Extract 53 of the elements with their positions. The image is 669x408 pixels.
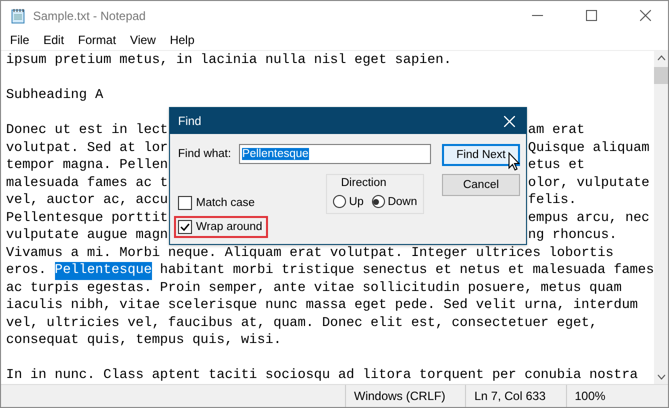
- menu-item[interactable]: View: [123, 33, 163, 47]
- text-line: empus arcu, nec: [528, 210, 650, 227]
- status-text: 100%: [566, 385, 626, 407]
- text-line: ipsum pretium metus, in lacinia nulla nisl eget sapien.: [6, 52, 452, 70]
- radio-button[interactable]: [372, 195, 385, 208]
- text-line: etus et: [528, 157, 585, 174]
- text-line: habitant morbi tristique senectus et netus et malesuada fames: [158, 262, 654, 280]
- text-line: Subheading A: [6, 87, 104, 104]
- text-line: ac turpis egestas. Proin semper, ante vitae sollicitudin posuere, metus quam: [6, 280, 622, 297]
- radio-label[interactable]: Down: [388, 196, 418, 208]
- text-line: volutpat. Sed at lor: [6, 140, 168, 157]
- group-label: Direction: [340, 177, 386, 189]
- selected-text: Pellentesque: [54, 262, 152, 280]
- text-line: Vivamus a mi. Morbi neque. Aliquam erat volutpat. Integer ultrices lobortis: [6, 244, 614, 262]
- status-text: Ln 7, Col 633: [465, 385, 566, 407]
- scrollbar-thumb[interactable]: [654, 67, 668, 84]
- menu-item[interactable]: Help: [162, 33, 202, 47]
- text-line: Donec ut est in lect: [6, 122, 168, 140]
- cancel-button[interactable]: Cancel: [442, 174, 520, 196]
- dialog-title: Find: [178, 114, 202, 128]
- find-field[interactable]: Pellentesque: [239, 144, 432, 164]
- text-line: In in nunc. Class aptent taciti sociosqu ad litora torquent per conubia nostra: [6, 367, 638, 384]
- window-title: Sample.txt - Notepad: [33, 8, 147, 22]
- menu-item[interactable]: Format: [71, 33, 124, 47]
- text-line: vulputate augue magn: [6, 227, 168, 244]
- text-line: Quisque aliquam: [528, 140, 650, 157]
- text-line: vel, ultricies vel, faucibus at, quam. Donec elit est, consectetuer eget,: [6, 314, 598, 332]
- checkbox[interactable]: Wrap around: [174, 216, 268, 238]
- text-line: ng rhoncus.: [528, 227, 618, 244]
- close-icon[interactable]: [640, 10, 650, 21]
- checkmark-icon: [180, 222, 190, 232]
- radio-button[interactable]: [333, 195, 346, 208]
- text-line: tempor magna. Pellen: [6, 157, 168, 174]
- cursor-icon: [508, 152, 520, 171]
- text-line: vel, auctor ac, accu: [6, 192, 168, 210]
- menu-item[interactable]: Edit: [36, 33, 72, 47]
- minimize-icon[interactable]: [532, 15, 542, 16]
- text-line: malesuada fames ac t: [6, 174, 168, 192]
- radio-label[interactable]: Up: [349, 196, 364, 208]
- maximize-icon[interactable]: [586, 10, 596, 21]
- text-line: iaculis nibh, vitae scelerisque nunc massa eget pede. Sed velit urna, interdum: [6, 297, 638, 314]
- checkbox[interactable]: Match case: [174, 192, 261, 214]
- notepad-icon: [11, 8, 25, 24]
- status-text: Windows (CRLF): [345, 385, 466, 407]
- text-line: am erat: [528, 122, 585, 140]
- text-line: eros.: [6, 262, 48, 280]
- text-line: Pellentesque porttit: [6, 210, 168, 227]
- text-line: olor, vulputate: [528, 174, 650, 192]
- text-line: consequat quis, tempus quis, wisi.: [6, 332, 282, 350]
- field-label: Find what:: [178, 148, 232, 160]
- menu-item[interactable]: File: [3, 33, 36, 47]
- find-next-button[interactable]: Find Next: [442, 144, 520, 166]
- text-line: felis.: [528, 192, 577, 210]
